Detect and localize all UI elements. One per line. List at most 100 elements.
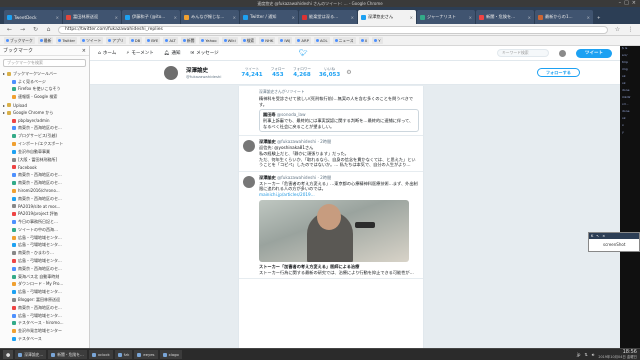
- browser-tab[interactable]: 新聞・危険を... ×: [476, 10, 534, 24]
- sidebar-bookmark[interactable]: hiromi2016/chrono...: [3, 187, 86, 195]
- bookmark-bar-item[interactable]: Y: [372, 37, 383, 44]
- back-arrow-icon[interactable]: ←: [6, 26, 13, 33]
- browser-tab[interactable]: ジャーナリスト ×: [417, 10, 475, 24]
- bookmark-bar-item[interactable]: 最新: [37, 37, 54, 44]
- bookmark-bar-item[interactable]: ブックマーク: [4, 37, 35, 44]
- sidebar-folder[interactable]: ▸ Upload: [3, 101, 86, 109]
- tab-close-icon[interactable]: ×: [292, 15, 295, 20]
- twitter-bird-icon[interactable]: 🐦︎: [299, 49, 308, 57]
- tab-close-icon[interactable]: ×: [174, 15, 177, 20]
- network-icon[interactable]: ⇅: [584, 352, 587, 357]
- taskbar-item[interactable]: eeyes: [134, 350, 158, 359]
- sidebar-bookmark[interactable]: 速報版 - Google 検索: [3, 93, 86, 101]
- bookmark-bar-item[interactable]: X: [358, 37, 370, 44]
- maximize-icon[interactable]: □: [624, 0, 629, 7]
- follow-button[interactable]: フォローする: [536, 68, 580, 77]
- sidebar-bookmark[interactable]: 南東京・西海地区のセ...: [3, 179, 86, 187]
- tweet-avatar[interactable]: [243, 140, 255, 153]
- sidebar-bookmark[interactable]: 南東京・ひまわり…: [3, 249, 86, 257]
- sidebar-bookmark[interactable]: Facebook: [3, 164, 86, 172]
- profile-name[interactable]: 深澤諭史: [186, 66, 221, 74]
- bookmark-bar-item[interactable]: NHK: [259, 37, 276, 44]
- new-tab-button[interactable]: +: [594, 10, 604, 24]
- nav-messages[interactable]: ✉ メッセージ: [190, 50, 218, 57]
- sidebar-bookmark[interactable]: テスタベース: [3, 335, 86, 343]
- bookmark-bar-item[interactable]: Yahoo: [199, 37, 219, 44]
- sidebar-bookmark[interactable]: 広島・弓場地域センタ...: [3, 234, 86, 242]
- tweet-item[interactable]: 深澤諭史 @fukazawahideshi · 2時間 ストーカー「危害者の考え…: [239, 172, 423, 280]
- reload-icon[interactable]: ↻: [32, 26, 39, 33]
- tab-close-icon[interactable]: ×: [528, 15, 531, 20]
- folder-toggle-icon[interactable]: ▸: [3, 103, 5, 108]
- sidebar-bookmark[interactable]: 南東京・西海地区のセ...: [3, 125, 86, 133]
- folder-toggle-icon[interactable]: ▸: [3, 110, 5, 115]
- address-bar[interactable]: https://twitter.com/fukazawahideshi_repl…: [58, 25, 608, 34]
- sidebar-bookmark[interactable]: よく見るページ: [3, 78, 86, 86]
- browser-tab[interactable]: 伊藤和子 (@ito... ×: [122, 10, 180, 24]
- sidebar-search-input[interactable]: ブックマークを検索: [3, 59, 86, 67]
- tweet-author-name[interactable]: 深澤諭史: [259, 139, 276, 144]
- tab-close-icon[interactable]: ×: [115, 15, 118, 20]
- sidebar-bookmark[interactable]: 金沢市自動車事業: [3, 148, 86, 156]
- tab-close-icon[interactable]: ×: [469, 15, 472, 20]
- taskbar-item[interactable]: 深澤諭史…: [15, 350, 47, 359]
- sidebar-folder[interactable]: ▸ Google Chrome から: [3, 109, 86, 117]
- sidebar-bookmark[interactable]: 金沢市発言地域センター: [3, 327, 86, 335]
- sidebar-folder[interactable]: ▸ ブックマークツールバー: [3, 70, 86, 78]
- sidebar-bookmark[interactable]: 東海バス北 自動車時刻: [3, 273, 86, 281]
- sidebar-bookmark[interactable]: ツイートの中の西海…: [3, 226, 86, 234]
- close-icon[interactable]: ×: [632, 0, 636, 7]
- screenshot-close-icon[interactable]: ×: [602, 233, 605, 239]
- folder-toggle-icon[interactable]: ▸: [3, 71, 5, 76]
- tweet-item[interactable]: 深澤諭史さんがリツイート 精神科を受診させて欲しい(死刑執行前)…無実の人を含む…: [239, 86, 423, 137]
- sidebar-bookmark[interactable]: 南東京・西海地区のセ...: [3, 171, 86, 179]
- bookmark-bar-item[interactable]: ニュース: [332, 37, 356, 44]
- sidebar-bookmark[interactable]: インポート/エクスポート: [3, 140, 86, 148]
- tab-close-icon[interactable]: ×: [587, 15, 590, 20]
- ime-indicator[interactable]: jp: [577, 352, 581, 357]
- sidebar-bookmark[interactable]: 南東京・西海地区のセ...: [3, 265, 86, 273]
- sidebar-close-icon[interactable]: ×: [82, 48, 86, 54]
- twitter-search-input[interactable]: キーワード検索: [497, 49, 549, 57]
- move-icon[interactable]: ↖: [596, 233, 599, 239]
- sidebar-bookmark[interactable]: ブログサービス(引越): [3, 132, 86, 140]
- bookmark-bar-item[interactable]: AOL: [313, 37, 330, 44]
- resize-icon[interactable]: K: [591, 233, 593, 239]
- account-avatar[interactable]: [559, 49, 566, 57]
- browser-tab[interactable]: 能楽堂は深る... ×: [299, 10, 357, 24]
- sidebar-bookmark[interactable]: ダウンロード - My Pro...: [3, 281, 86, 289]
- sidebar-bookmark[interactable]: PA2019/site at mos...: [3, 203, 86, 211]
- sidebar-bookmark[interactable]: PA2019/project 評価: [3, 210, 86, 218]
- terminal-window[interactable]: $ ls src/tmp img ok ok done mkdir cd .. done ok x y: [620, 46, 640, 348]
- taskbar-item[interactable]: fzk: [114, 350, 133, 359]
- nav-moments[interactable]: ⚡ モーメント: [126, 50, 154, 57]
- start-menu-icon[interactable]: ⬤: [3, 350, 14, 359]
- bookmark-bar-item[interactable]: ARP: [295, 37, 311, 44]
- taskbar-item[interactable]: 新聞・危険を…: [48, 350, 87, 359]
- bookmark-bar-item[interactable]: DB: [128, 37, 143, 44]
- volume-icon[interactable]: 🔊︎: [592, 352, 595, 357]
- taskbar-item[interactable]: xlogo: [159, 350, 182, 359]
- tweet-link[interactable]: mainichi.jp/articles/2019...: [259, 192, 419, 198]
- browser-tab[interactable]: TweetDeck ×: [4, 10, 62, 24]
- bookmark-bar-item[interactable]: Wiki: [221, 37, 238, 44]
- sidebar-bookmark[interactable]: [大阪・冨田林刑務所]: [3, 156, 86, 164]
- sidebar-bookmark[interactable]: 広島・弓場地域センタ...: [3, 312, 86, 320]
- profile-stat[interactable]: いいね 36,053: [319, 67, 340, 78]
- bookmark-bar-item[interactable]: BYE: [145, 37, 161, 44]
- sidebar-bookmark[interactable]: 広島・弓場地域センタ...: [3, 288, 86, 296]
- profile-stat[interactable]: フォロワー 4,268: [293, 67, 311, 78]
- tweet-button[interactable]: ツイート: [576, 48, 612, 58]
- tab-close-icon[interactable]: ×: [233, 15, 236, 20]
- bookmark-bar-item[interactable]: IWJ: [278, 37, 293, 44]
- screenshot-window[interactable]: K ↖ × screenShot: [588, 232, 640, 252]
- sidebar-bookmark[interactable]: 広島・弓場地域センタ...: [3, 242, 86, 250]
- sidebar-bookmark[interactable]: Blogger: 冨田林原送迎: [3, 296, 86, 304]
- sidebar-bookmark[interactable]: pbplayer/admin: [3, 117, 86, 125]
- nav-notifications[interactable]: 🔔︎ 通知: [164, 50, 181, 57]
- tweet-card-image[interactable]: [259, 199, 409, 262]
- forward-arrow-icon[interactable]: →: [19, 26, 26, 33]
- tab-close-icon[interactable]: ×: [56, 15, 59, 20]
- bookmark-bar-item[interactable]: Twitter: [56, 37, 78, 44]
- sidebar-bookmark[interactable]: 南東京・西海地区のセ...: [3, 304, 86, 312]
